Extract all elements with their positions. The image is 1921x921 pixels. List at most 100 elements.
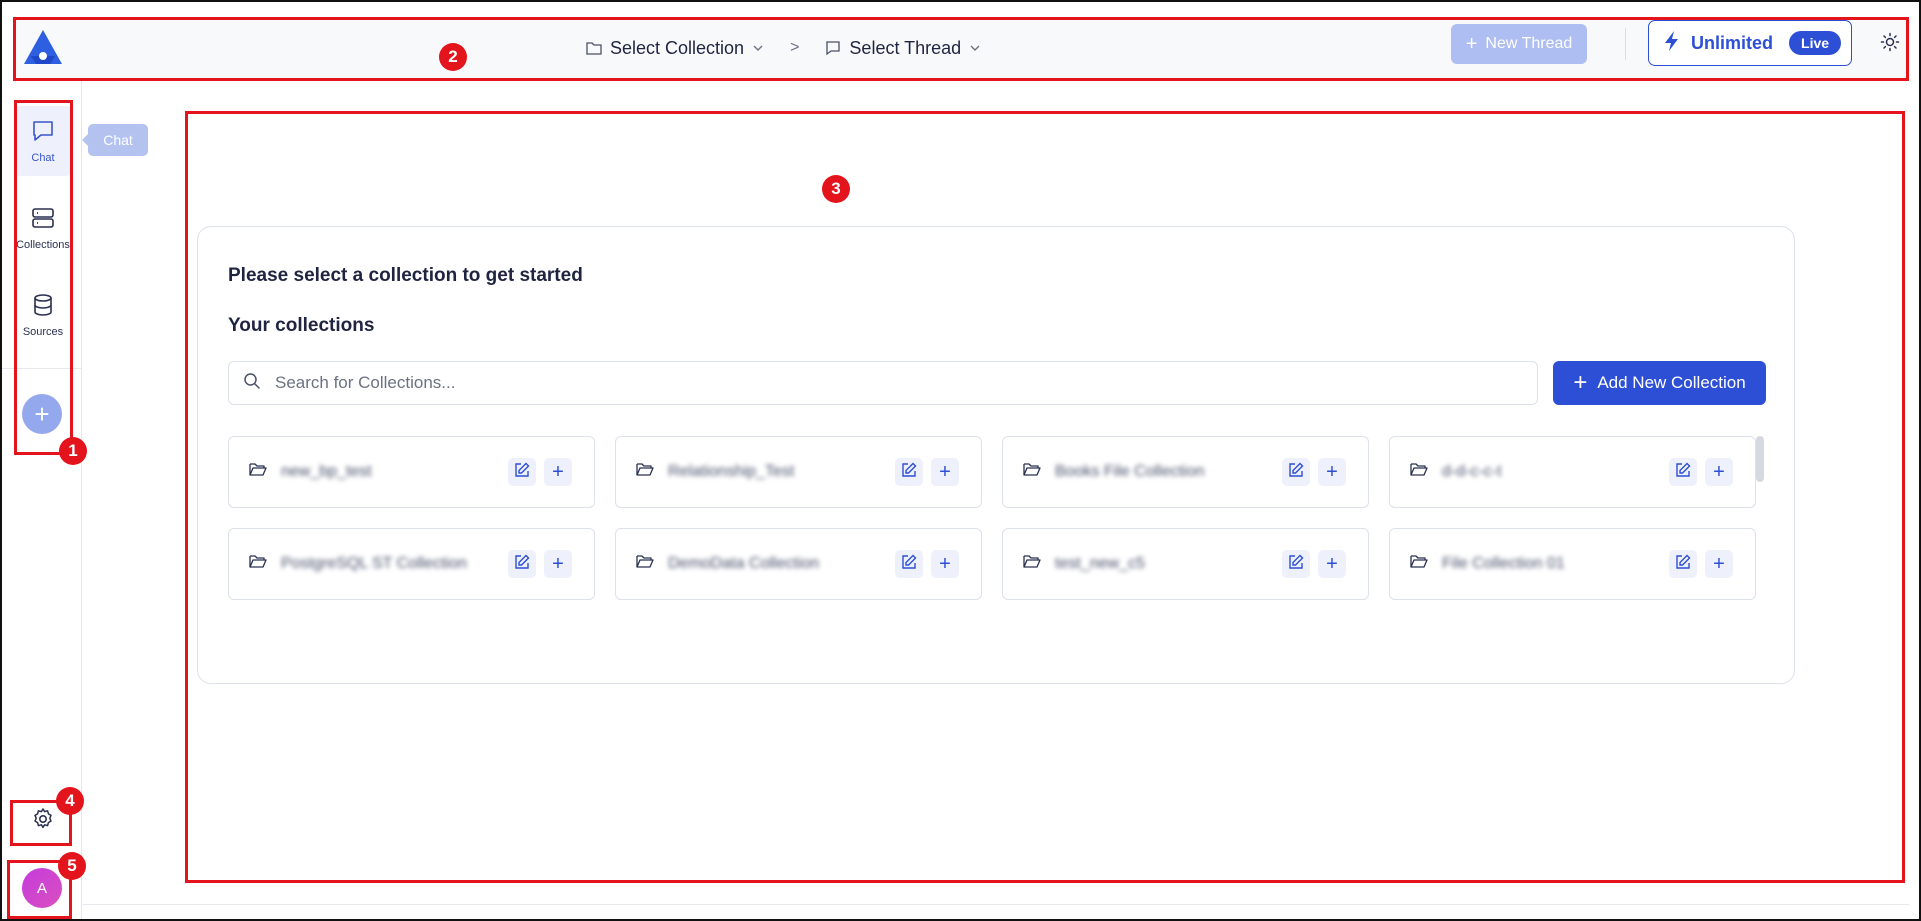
edit-collection-button[interactable] bbox=[1669, 550, 1697, 578]
collection-actions: + bbox=[1669, 458, 1733, 486]
search-input[interactable] bbox=[275, 373, 1475, 393]
plan-label: Unlimited bbox=[1691, 32, 1774, 53]
chat-bubble-icon bbox=[825, 40, 841, 56]
folder-open-icon bbox=[636, 462, 654, 482]
collection-tile[interactable]: Books File Collection + bbox=[1002, 436, 1369, 508]
add-to-collection-button[interactable]: + bbox=[1705, 458, 1733, 486]
sidebar-item-chat[interactable]: Chat bbox=[14, 106, 72, 176]
plus-icon: + bbox=[552, 461, 564, 483]
edit-icon bbox=[1288, 554, 1304, 574]
section-title: Your collections bbox=[228, 315, 375, 336]
plus-icon: + bbox=[552, 553, 564, 575]
sidebar-item-label: Chat bbox=[31, 151, 55, 164]
collection-actions: + bbox=[1669, 550, 1733, 578]
collection-name: PostgreSQL ST Collection bbox=[281, 555, 467, 572]
collection-tile[interactable]: test_new_c5 + bbox=[1002, 528, 1369, 600]
add-to-collection-button[interactable]: + bbox=[1705, 550, 1733, 578]
edit-collection-button[interactable] bbox=[508, 550, 536, 578]
collection-tile[interactable]: d-d-c-c-t + bbox=[1389, 436, 1756, 508]
collection-actions: + bbox=[895, 458, 959, 486]
collection-actions: + bbox=[508, 550, 572, 578]
sidebar-item-collections[interactable]: Collections bbox=[14, 193, 72, 263]
collection-tile[interactable]: new_bp_test + bbox=[228, 436, 595, 508]
theme-toggle-button[interactable] bbox=[1878, 32, 1902, 56]
header-divider bbox=[1625, 28, 1626, 60]
collection-actions: + bbox=[508, 458, 572, 486]
new-thread-label: New Thread bbox=[1485, 35, 1573, 52]
add-to-collection-button[interactable]: + bbox=[1318, 550, 1346, 578]
user-avatar[interactable]: A bbox=[22, 868, 62, 908]
collections-grid: new_bp_test + Relationship_Test + Books … bbox=[228, 436, 1756, 600]
annotation-badge: 2 bbox=[439, 43, 467, 71]
edit-collection-button[interactable] bbox=[1282, 550, 1310, 578]
annotation-badge: 5 bbox=[58, 852, 86, 880]
server-stack-icon bbox=[31, 206, 55, 233]
add-new-collection-button[interactable]: + Add New Collection bbox=[1553, 361, 1766, 405]
add-to-collection-button[interactable]: + bbox=[544, 458, 572, 486]
folder-open-icon bbox=[1410, 554, 1428, 574]
edit-icon bbox=[901, 462, 917, 482]
settings-button[interactable] bbox=[28, 806, 58, 836]
plus-icon: + bbox=[1573, 369, 1588, 396]
select-thread-dropdown[interactable]: Select Thread bbox=[825, 38, 981, 59]
folder-open-icon bbox=[249, 554, 267, 574]
plus-icon: + bbox=[1326, 553, 1338, 575]
edit-icon bbox=[1675, 462, 1691, 482]
folder-open-icon bbox=[249, 462, 267, 482]
collection-name: DemoData Collection bbox=[668, 555, 820, 572]
plus-icon: + bbox=[1713, 553, 1725, 575]
collection-name: Relationship_Test bbox=[668, 463, 795, 480]
chevron-down-icon bbox=[969, 44, 981, 52]
plus-icon: + bbox=[1326, 461, 1338, 483]
select-thread-label: Select Thread bbox=[849, 37, 962, 58]
collection-name: File Collection 01 bbox=[1442, 555, 1565, 572]
edit-icon bbox=[901, 554, 917, 574]
add-to-collection-button[interactable]: + bbox=[931, 458, 959, 486]
edit-collection-button[interactable] bbox=[895, 550, 923, 578]
edit-icon bbox=[514, 554, 530, 574]
sun-icon bbox=[1880, 32, 1900, 57]
edit-collection-button[interactable] bbox=[1282, 458, 1310, 486]
collection-tile[interactable]: PostgreSQL ST Collection + bbox=[228, 528, 595, 600]
collection-actions: + bbox=[1282, 550, 1346, 578]
collection-name: d-d-c-c-t bbox=[1442, 463, 1502, 480]
folder-icon bbox=[586, 41, 602, 55]
collection-name: Books File Collection bbox=[1055, 463, 1205, 480]
collections-scrollbar[interactable] bbox=[1756, 436, 1764, 482]
app-logo[interactable] bbox=[20, 26, 66, 70]
lightning-icon bbox=[1663, 30, 1681, 57]
select-collection-dropdown[interactable]: Select Collection bbox=[586, 38, 764, 59]
add-to-collection-button[interactable]: + bbox=[931, 550, 959, 578]
collection-tile[interactable]: File Collection 01 + bbox=[1389, 528, 1756, 600]
plan-status-button[interactable]: Unlimited Live bbox=[1648, 20, 1852, 66]
collection-name: new_bp_test bbox=[281, 463, 372, 480]
add-to-collection-button[interactable]: + bbox=[1318, 458, 1346, 486]
sidebar-item-label: Collections bbox=[16, 238, 70, 251]
add-to-collection-button[interactable]: + bbox=[544, 550, 572, 578]
collections-card: Please select a collection to get starte… bbox=[197, 226, 1795, 684]
edit-collection-button[interactable] bbox=[1669, 458, 1697, 486]
folder-open-icon bbox=[636, 554, 654, 574]
add-button[interactable]: + bbox=[22, 394, 62, 434]
sidebar-divider bbox=[2, 368, 82, 369]
edit-collection-button[interactable] bbox=[508, 458, 536, 486]
folder-open-icon bbox=[1023, 554, 1041, 574]
breadcrumb: Select Collection > Select Thread bbox=[586, 18, 981, 78]
chat-bubble-icon bbox=[31, 119, 55, 146]
plus-icon: + bbox=[939, 461, 951, 483]
breadcrumb-separator: > bbox=[790, 39, 800, 56]
database-icon bbox=[31, 293, 55, 320]
plus-icon: + bbox=[939, 553, 951, 575]
annotation-badge: 3 bbox=[822, 175, 850, 203]
collection-tile[interactable]: DemoData Collection + bbox=[615, 528, 982, 600]
sidebar-item-sources[interactable]: Sources bbox=[14, 280, 72, 350]
edit-collection-button[interactable] bbox=[895, 458, 923, 486]
edit-icon bbox=[514, 462, 530, 482]
new-thread-button[interactable]: + New Thread bbox=[1451, 24, 1587, 64]
add-collection-label: Add New Collection bbox=[1597, 373, 1746, 392]
collection-tile[interactable]: Relationship_Test + bbox=[615, 436, 982, 508]
collection-name: test_new_c5 bbox=[1055, 555, 1145, 572]
top-header: Select Collection > Select Thread + New … bbox=[14, 18, 1910, 78]
folder-open-icon bbox=[1023, 462, 1041, 482]
live-badge: Live bbox=[1789, 31, 1842, 55]
